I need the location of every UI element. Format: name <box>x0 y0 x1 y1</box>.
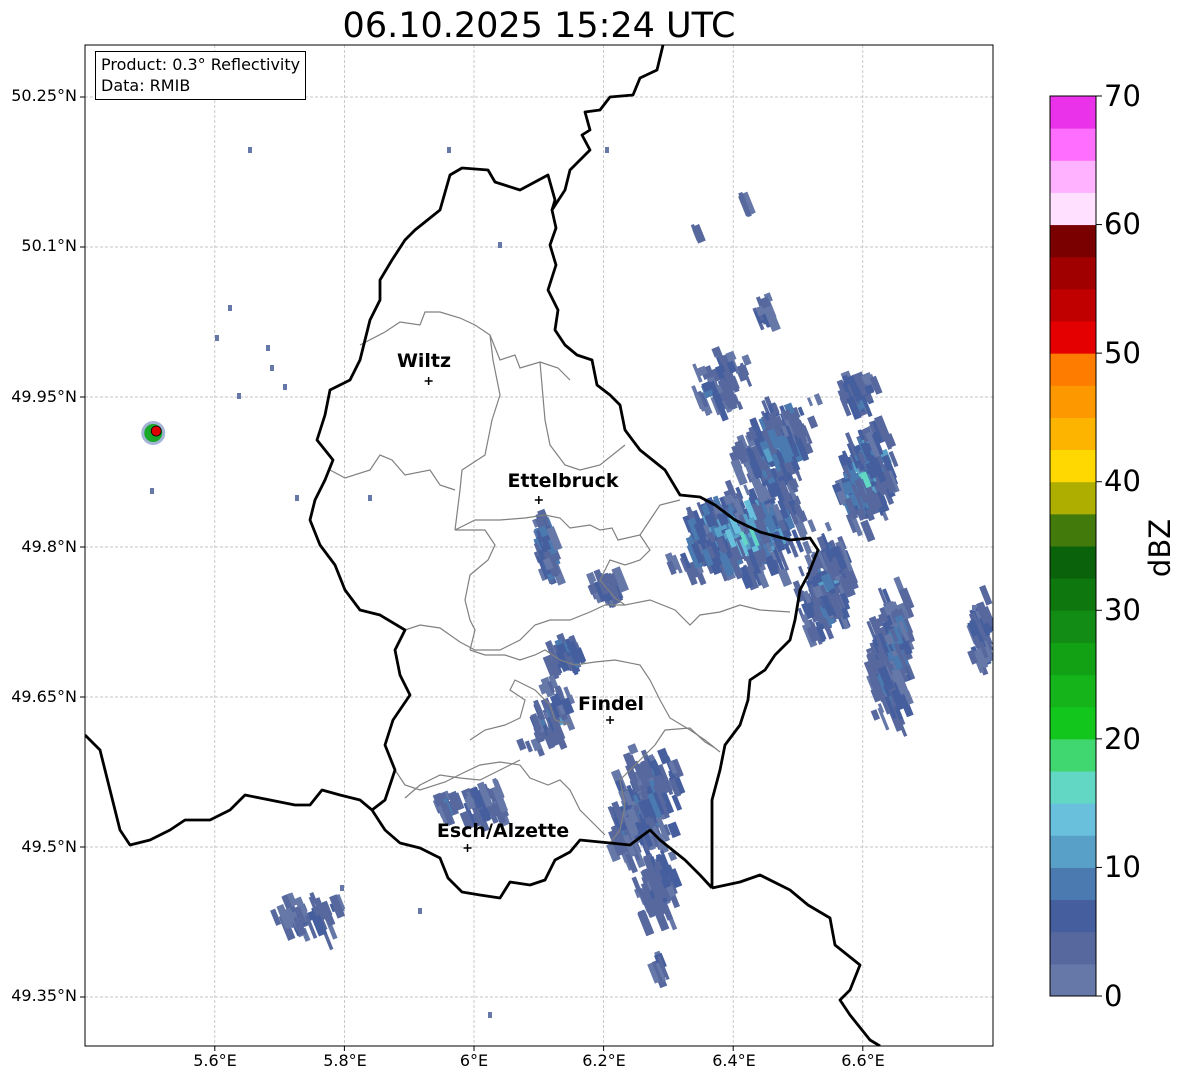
lon-tick-label: 5.8°E <box>323 1051 367 1070</box>
lat-tick-label: 50.1°N <box>21 236 77 255</box>
echo-cell <box>248 147 252 153</box>
echo-cell <box>266 345 270 351</box>
colorbar-segment <box>1050 963 1096 997</box>
echo-cell <box>972 605 976 611</box>
colorbar-tick-label: 40 <box>1104 464 1141 498</box>
echo-cell <box>215 335 219 341</box>
lat-tick-label: 49.8°N <box>21 537 77 556</box>
city-label-findel: Findel <box>577 693 645 715</box>
colorbar-segment <box>1050 256 1096 290</box>
colorbar-unit-label: dBZ <box>1143 518 1177 578</box>
colorbar-segment <box>1050 192 1096 226</box>
colorbar-segment <box>1050 610 1096 643</box>
colorbar-tick-label: 60 <box>1104 207 1141 241</box>
echo-cell <box>447 147 451 153</box>
colorbar-segment <box>1050 128 1096 161</box>
echo-cell <box>270 365 274 371</box>
city-label-esch-alzette: Esch/Alzette <box>436 820 570 842</box>
colorbar-segment <box>1050 449 1096 483</box>
echo-cell <box>295 495 299 501</box>
colorbar-tick-label: 0 <box>1104 979 1123 1013</box>
colorbar-segment <box>1050 771 1096 804</box>
product-label: Product: 0.3° Reflectivity <box>101 55 301 74</box>
colorbar-tick-label: 30 <box>1104 593 1141 627</box>
colorbar-segment <box>1050 513 1096 547</box>
echo-cell <box>283 384 287 390</box>
colorbar-segment <box>1050 706 1096 740</box>
colorbar-segment <box>1050 288 1096 322</box>
city-label-wiltz: Wiltz <box>396 350 452 372</box>
city-label-ettelbruck: Ettelbruck <box>507 470 619 492</box>
radar-site-dot <box>150 425 162 437</box>
lon-tick-label: 6.6°E <box>841 1051 885 1070</box>
colorbar-segment <box>1050 899 1096 933</box>
lat-tick-label: 50.25°N <box>11 86 77 105</box>
lon-tick-label: 5.6°E <box>193 1051 237 1070</box>
echo-cell <box>605 147 609 153</box>
colorbar-segment <box>1050 385 1096 418</box>
data-source-label: Data: RMIB <box>101 76 191 95</box>
echo-cell <box>340 885 344 891</box>
colorbar-tick-label: 50 <box>1104 336 1141 370</box>
colorbar-segment <box>1050 321 1096 354</box>
lat-tick-label: 49.35°N <box>11 986 77 1005</box>
radar-site-marker <box>141 421 166 445</box>
echo-cell <box>228 305 232 311</box>
colorbar-segment <box>1050 674 1096 708</box>
radar-map <box>80 44 1102 1051</box>
lon-tick-label: 6°E <box>459 1051 489 1070</box>
colorbar-segment <box>1050 803 1096 836</box>
lon-tick-label: 6.2°E <box>582 1051 626 1070</box>
info-box: Product: 0.3° Reflectivity Data: RMIB <box>95 51 307 100</box>
colorbar-segment <box>1050 160 1096 193</box>
colorbar-segment <box>1050 481 1096 515</box>
colorbar-segment <box>1050 578 1096 611</box>
colorbar <box>1049 95 1102 997</box>
colorbar-segment <box>1050 931 1096 965</box>
colorbar-segment <box>1050 642 1096 676</box>
colorbar-tick-label: 20 <box>1104 722 1141 756</box>
colorbar-segment <box>1050 738 1096 772</box>
colorbar-tick-label: 70 <box>1104 79 1141 113</box>
echo-cell <box>488 1012 492 1018</box>
colorbar-segment <box>1050 353 1096 386</box>
lon-tick-label: 6.4°E <box>712 1051 756 1070</box>
colorbar-segment <box>1050 835 1096 868</box>
echo-cell <box>237 393 241 399</box>
echo-cell <box>498 242 502 248</box>
colorbar-segment <box>1050 96 1096 129</box>
echo-cell <box>150 488 154 494</box>
colorbar-segment <box>1050 867 1096 901</box>
colorbar-tick-label: 10 <box>1104 850 1141 884</box>
echo-cell <box>418 908 422 914</box>
colorbar-segment <box>1050 224 1096 258</box>
echo-cell <box>368 495 372 501</box>
lat-tick-label: 49.5°N <box>21 837 77 856</box>
lat-tick-label: 49.65°N <box>11 687 77 706</box>
colorbar-segment <box>1050 417 1096 451</box>
lat-tick-label: 49.95°N <box>11 387 77 406</box>
colorbar-segment <box>1050 546 1096 579</box>
